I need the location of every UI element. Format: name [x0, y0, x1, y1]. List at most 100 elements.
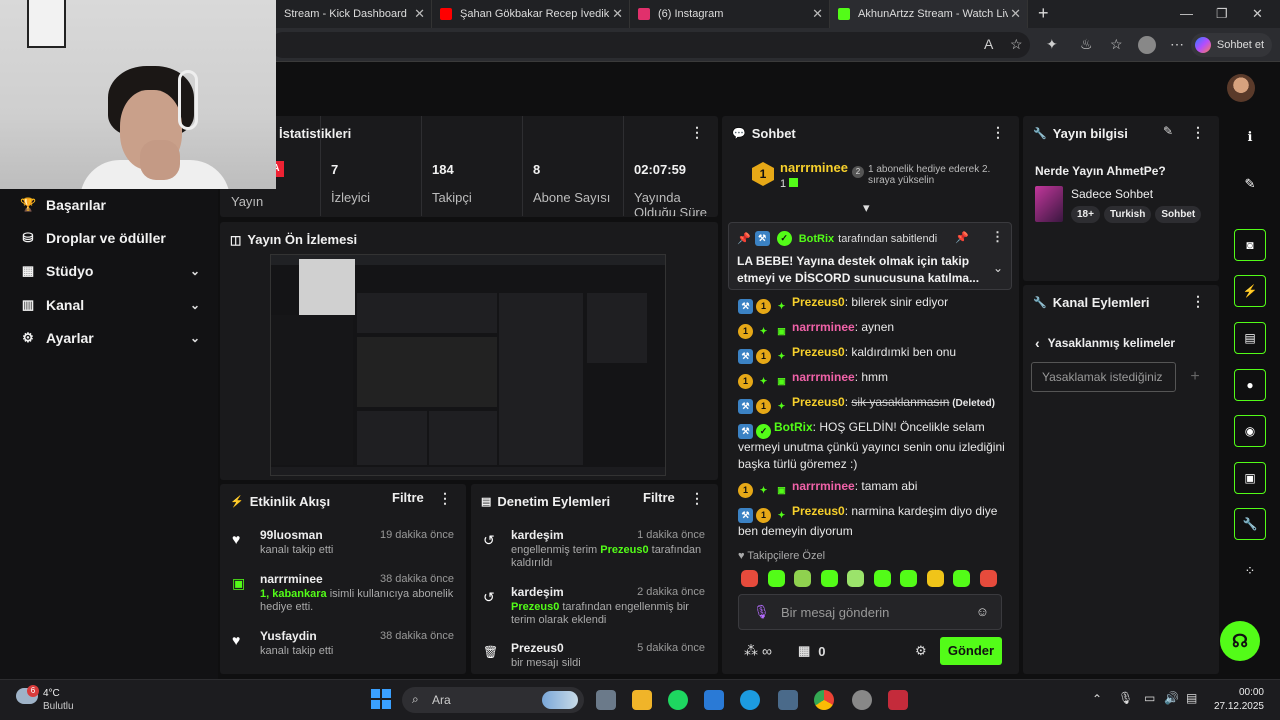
feed-user[interactable]: narrrminee [260, 572, 323, 586]
kebab-menu-icon[interactable]: ⋮ [1191, 124, 1205, 141]
favorite-star-icon[interactable]: ☆ [1010, 36, 1023, 53]
collections-icon[interactable]: ☆ [1110, 36, 1123, 53]
tag[interactable]: Turkish [1103, 206, 1152, 223]
close-tab-icon[interactable]: ✕ [812, 6, 823, 22]
volume-icon[interactable]: 🔊 [1164, 691, 1179, 705]
sidebar-item-settings[interactable]: ⚙ Ayarlar ⌄ [0, 322, 218, 354]
chat-icon[interactable]: ● [1234, 369, 1266, 401]
microphone-icon[interactable]: 🎙 [753, 604, 770, 620]
copilot-button[interactable]: Sohbet et [1190, 33, 1272, 57]
spotify-icon[interactable] [668, 690, 688, 710]
minimize-icon[interactable]: — [1180, 6, 1193, 21]
gear-icon[interactable]: ⚙ [915, 643, 927, 659]
support-chat-button[interactable]: ☊ [1220, 621, 1260, 661]
pinned-message[interactable]: 📌 ⚒ ✓ BotRix tarafından sabitlendi 📌 ⋮ L… [728, 222, 1012, 290]
tag[interactable]: Sohbet [1155, 206, 1202, 223]
emote[interactable] [847, 570, 864, 587]
new-tab-button[interactable]: + [1038, 3, 1049, 24]
mod-user[interactable]: Prezeus0 [600, 544, 648, 556]
tag[interactable]: 18+ [1071, 206, 1100, 223]
chat-username[interactable]: narrrminee [792, 479, 855, 493]
emoji-icon[interactable]: ☺ [976, 604, 989, 619]
emote[interactable] [741, 570, 758, 587]
send-button[interactable]: Gönder [940, 637, 1002, 665]
kebab-menu-icon[interactable]: ⋮ [991, 124, 1005, 141]
emote[interactable] [873, 570, 891, 587]
chrome-icon[interactable] [814, 690, 834, 710]
document-icon[interactable]: ▤ [1234, 322, 1266, 354]
chat-username[interactable]: Prezeus0 [792, 295, 845, 309]
read-aloud-icon[interactable]: A [984, 36, 993, 52]
chat-username[interactable]: BotRix [774, 420, 813, 434]
stream-preview-video[interactable] [270, 254, 666, 476]
emote[interactable] [820, 570, 838, 587]
add-word-button[interactable]: + [1179, 362, 1211, 392]
users-icon[interactable]: ⁂ [744, 642, 758, 659]
close-tab-icon[interactable]: ✕ [414, 6, 425, 22]
category-name[interactable]: Sadece Sohbet [1071, 187, 1153, 201]
performance-icon[interactable]: ♨ [1080, 36, 1093, 53]
more-icon[interactable]: ⋯ [1170, 36, 1184, 53]
filter-button[interactable]: Filtre [643, 490, 675, 505]
sidebar-item-drops[interactable]: ⛁ Droplar ve ödüller [0, 222, 218, 254]
store-icon[interactable] [704, 690, 724, 710]
taskbar-search[interactable]: ⌕ Ara [402, 687, 584, 713]
microphone-icon[interactable]: 🎙 [1118, 691, 1133, 705]
edit-icon[interactable]: ✎ [1163, 124, 1173, 138]
tab-youtube[interactable]: Şahan Gökbakar Recep İvedik Sah ✕ [432, 0, 630, 28]
chat-username[interactable]: narrrminee [792, 320, 855, 334]
maximize-icon[interactable]: ❐ [1216, 6, 1228, 22]
browser-profile-avatar[interactable] [1138, 36, 1156, 54]
unpin-icon[interactable]: 📌 [955, 231, 969, 244]
sidebar-item-channel[interactable]: ▥ Kanal ⌄ [0, 289, 218, 321]
scan-icon[interactable]: ◙ [1234, 229, 1266, 261]
tab-kick-dashboard[interactable]: Stream - Kick Dashboard ✕ [276, 0, 432, 28]
feed-user[interactable]: 99luosman [260, 528, 323, 542]
user-avatar[interactable] [1227, 74, 1255, 102]
chat-username[interactable]: Prezeus0 [792, 395, 845, 409]
broadcast-icon[interactable]: ◉ [1234, 415, 1266, 447]
file-explorer-icon[interactable] [632, 690, 652, 710]
task-view-icon[interactable] [596, 690, 616, 710]
kebab-menu-icon[interactable]: ⋮ [690, 490, 704, 507]
filter-button[interactable]: Filtre [392, 490, 424, 505]
sidebar-item-achievements[interactable]: 🏆 Başarılar [0, 189, 218, 221]
close-tab-icon[interactable]: ✕ [1010, 6, 1021, 22]
emote[interactable] [953, 570, 970, 587]
kebab-menu-icon[interactable]: ⋮ [1191, 293, 1205, 310]
gifter-name[interactable]: narrrminee [780, 160, 848, 175]
emote[interactable] [900, 570, 917, 587]
kebab-menu-icon[interactable]: ⋮ [438, 490, 452, 507]
edge-icon[interactable] [740, 690, 760, 710]
chat-input[interactable]: 🎙 Bir mesaj gönderin ☺ [738, 594, 1002, 630]
layout-icon[interactable]: ▣ [1234, 462, 1266, 494]
chat-username[interactable]: Prezeus0 [792, 504, 845, 518]
back-link[interactable]: ‹ Yasaklanmış kelimeler [1035, 335, 1175, 351]
chevron-up-icon[interactable]: ⌃ [1092, 692, 1102, 706]
app-red-icon[interactable] [888, 690, 908, 710]
window-close-icon[interactable]: ✕ [1252, 6, 1263, 22]
store-icon[interactable]: ▦ [798, 643, 810, 659]
chat-username[interactable]: Prezeus0 [792, 345, 845, 359]
tab-instagram[interactable]: (6) Instagram ✕ [630, 0, 830, 28]
info-icon[interactable]: ℹ [1234, 121, 1266, 153]
emote[interactable] [767, 570, 785, 587]
emote[interactable] [979, 570, 997, 587]
obs-icon[interactable] [852, 690, 872, 710]
windows-start-icon[interactable] [371, 689, 391, 709]
address-field[interactable] [270, 32, 1030, 58]
battery-icon[interactable]: ▤ [1186, 691, 1197, 705]
kebab-menu-icon[interactable]: ⋮ [991, 229, 1004, 245]
pinned-by[interactable]: BotRix [799, 233, 834, 245]
expand-icon[interactable]: ▾ [863, 200, 870, 216]
clock-time[interactable]: 00:00 [1228, 687, 1264, 698]
banned-word-input[interactable]: Yasaklamak istediğiniz [1031, 362, 1176, 392]
wrench-icon[interactable]: 🔧 [1234, 508, 1266, 540]
emote[interactable] [926, 570, 944, 587]
mod-user[interactable]: Prezeus0 [511, 601, 559, 613]
app-icon[interactable] [778, 690, 798, 710]
network-icon[interactable]: ▭ [1144, 691, 1155, 705]
bolt-icon[interactable]: ⚡ [1234, 275, 1266, 307]
edit-icon[interactable]: ✎ [1234, 168, 1266, 200]
chevron-down-icon[interactable]: ⌄ [993, 261, 1003, 275]
